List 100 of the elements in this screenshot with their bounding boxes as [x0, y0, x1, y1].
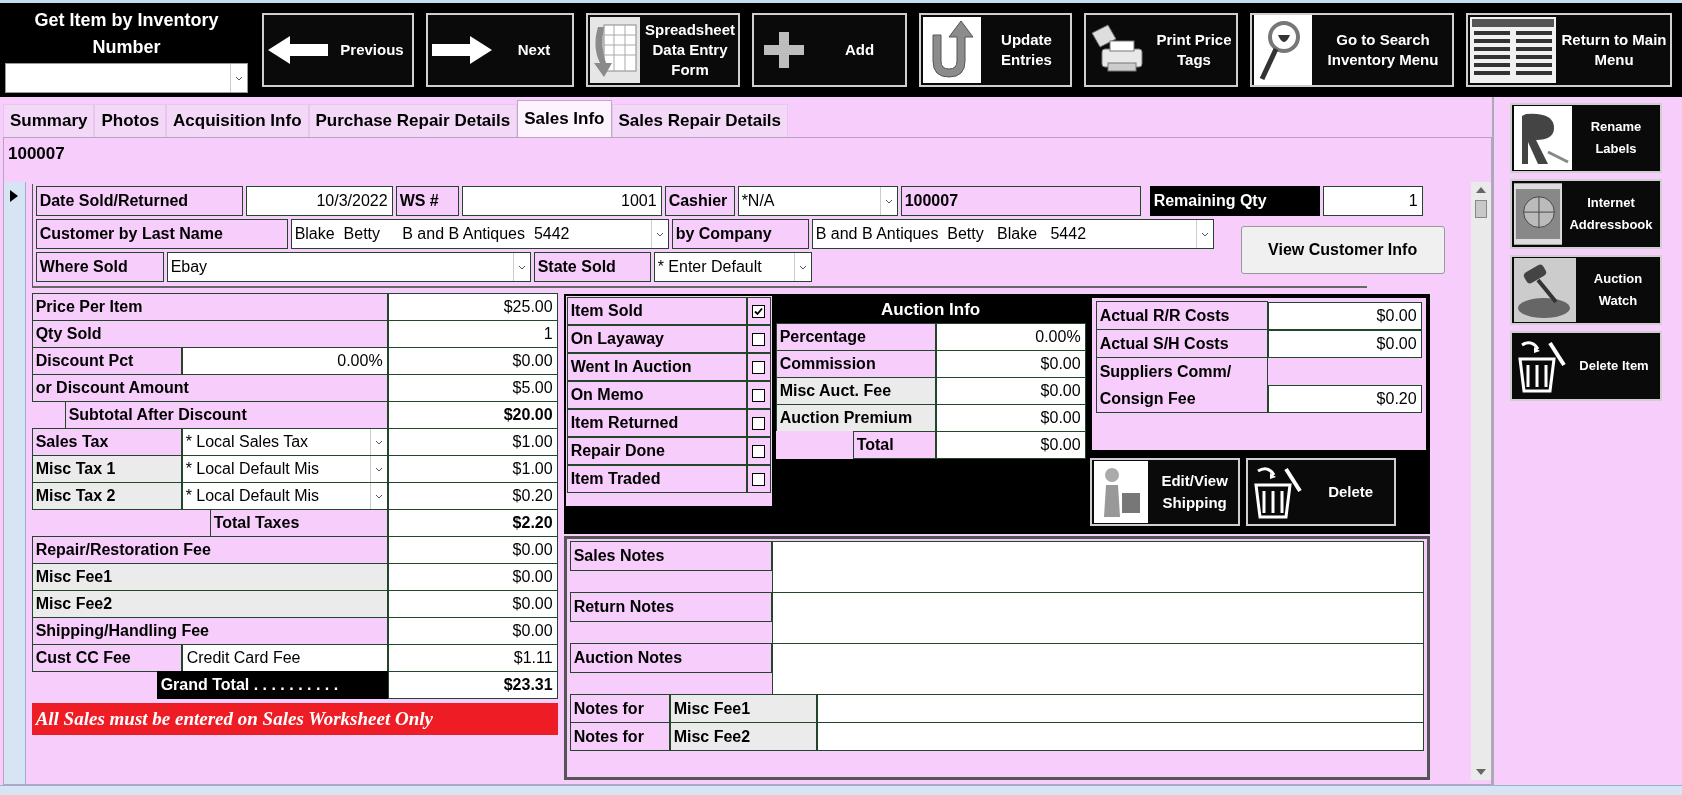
toolbar-button[interactable]: Go to Search Inventory Menu — [1250, 13, 1454, 87]
view-customer-button[interactable]: View Customer Info — [1240, 226, 1445, 274]
value-field[interactable]: $0.20 — [387, 482, 558, 510]
scroll-down-icon[interactable] — [1475, 768, 1488, 776]
scrollbar[interactable] — [1471, 182, 1491, 780]
notes-field[interactable] — [771, 541, 1424, 593]
action-button[interactable]: Delete — [1245, 458, 1396, 526]
value-field[interactable]: $0.00 — [1267, 302, 1422, 330]
dropdown-field[interactable]: B and B Antiques Betty Blake 5442 — [811, 219, 1214, 249]
checkbox-label: Went In Auction — [566, 353, 747, 381]
value-field[interactable]: $0.00 — [935, 404, 1086, 432]
checkbox[interactable] — [752, 332, 766, 346]
checkbox[interactable] — [752, 416, 766, 430]
toolbar-button[interactable]: Return to Main Menu — [1466, 13, 1672, 87]
field-label: Cust CC Fee — [31, 644, 182, 672]
dropdown-field[interactable]: * Local Default Mis — [181, 455, 388, 483]
tab[interactable]: Sales Repair Details — [611, 104, 789, 137]
value-field[interactable]: $1.00 — [387, 455, 558, 483]
value-field[interactable]: $0.00 — [387, 590, 558, 618]
dropdown-field[interactable]: * Local Sales Tax — [181, 428, 388, 456]
side-button[interactable]: Rename Labels — [1510, 103, 1662, 173]
side-button[interactable]: Delete Item — [1510, 331, 1662, 401]
value-field[interactable]: 1 — [387, 320, 558, 348]
field-label: Subtotal After Discount — [64, 401, 388, 429]
record-id-field: 100007 — [900, 186, 1141, 216]
toolbar-button[interactable]: Spreadsheet Data Entry Form — [586, 13, 740, 87]
notes-field[interactable] — [771, 592, 1424, 644]
side-button[interactable]: Internet Addressbook — [1510, 179, 1662, 249]
toolbar-button[interactable]: Add — [752, 13, 907, 87]
value-field[interactable]: 1001 — [461, 186, 662, 216]
notes-field[interactable] — [816, 694, 1424, 723]
tab[interactable]: Purchase Repair Details — [308, 104, 518, 137]
tab[interactable]: Photos — [94, 104, 167, 137]
value-field[interactable]: $0.00 — [935, 377, 1086, 405]
total-field[interactable]: $20.00 — [387, 401, 558, 429]
field-label: Total — [852, 431, 936, 459]
magnifier-icon — [1254, 15, 1312, 85]
value-field[interactable]: $0.00 — [935, 431, 1086, 459]
value-field[interactable]: 0.00% — [935, 323, 1086, 351]
field-label: Remaining Qty — [1149, 186, 1320, 216]
field-label: State Sold — [533, 252, 651, 282]
notes-field[interactable] — [771, 643, 1424, 695]
value-field[interactable]: 1 — [1322, 186, 1423, 216]
value-field[interactable]: 0.00% — [181, 347, 388, 375]
field-label: Percentage — [775, 323, 936, 351]
field-label: Customer by Last Name — [35, 219, 288, 249]
toolbar-button[interactable]: Print Price Tags — [1084, 13, 1238, 87]
dropdown-field[interactable]: * Enter Default — [653, 252, 812, 282]
field-label: Shipping/Handling Fee — [31, 617, 388, 645]
field-label: Cashier — [664, 186, 735, 216]
value-field[interactable]: $0.00 — [1267, 330, 1422, 358]
field-label: Misc Tax 2 — [31, 482, 182, 510]
value-field[interactable]: $0.00 — [387, 347, 558, 375]
checkbox[interactable] — [752, 304, 766, 318]
total-field[interactable]: $2.20 — [387, 509, 558, 537]
scroll-thumb[interactable] — [1475, 200, 1488, 218]
field-label: Total Taxes — [209, 509, 388, 537]
field-label: Misc Auct. Fee — [775, 377, 936, 405]
checkbox[interactable] — [752, 388, 766, 402]
dropdown-field[interactable]: * Local Default Mis — [181, 482, 388, 510]
toolbar-button[interactable]: Update Entries — [919, 13, 1072, 87]
dropdown-field[interactable]: Blake Betty B and B Antiques 5442 — [290, 219, 669, 249]
total-field[interactable]: $23.31 — [387, 671, 558, 699]
checkbox[interactable] — [752, 444, 766, 458]
value-field[interactable]: 10/3/2022 — [245, 186, 393, 216]
checkbox[interactable] — [752, 472, 766, 486]
field-label: Grand Total . . . . . . . . . . — [156, 671, 388, 699]
value-field[interactable]: $25.00 — [387, 293, 558, 321]
inventory-number-dropdown[interactable] — [5, 63, 248, 93]
field-label: WS # — [395, 186, 459, 216]
field-label: Date Sold/Returned — [35, 186, 243, 216]
value-field[interactable]: $1.00 — [387, 428, 558, 456]
tab[interactable]: Summary — [3, 104, 95, 137]
figure-with-cart-icon — [1093, 461, 1148, 523]
scroll-up-icon[interactable] — [1475, 186, 1488, 194]
tab[interactable]: Sales Info — [517, 100, 612, 137]
warning-banner: All Sales must be entered on Sales Worksheet Only — [31, 703, 558, 735]
tab[interactable]: Acquisition Info — [166, 104, 309, 137]
auction-info-title: Auction Info — [880, 299, 982, 321]
value-field[interactable]: $1.11 — [387, 644, 558, 672]
dropdown-field[interactable]: *N/A — [737, 186, 898, 216]
side-button[interactable]: Auction Watch — [1510, 255, 1662, 325]
checkbox-label: On Layaway — [566, 325, 747, 353]
value-field[interactable]: $0.20 — [1267, 385, 1422, 413]
field-label: Price Per Item — [31, 293, 388, 321]
value-field[interactable]: $5.00 — [387, 374, 558, 402]
value-field[interactable]: $0.00 — [387, 536, 558, 564]
notes-field[interactable] — [816, 722, 1424, 751]
value-field[interactable]: $0.00 — [935, 350, 1086, 378]
left-arrow-icon — [266, 33, 330, 67]
text-field[interactable]: Credit Card Fee — [181, 644, 388, 672]
dropdown-field[interactable]: Ebay — [166, 252, 531, 282]
checkbox-label: Repair Done — [566, 437, 747, 465]
toolbar-button[interactable]: Previous — [262, 13, 414, 87]
checkbox[interactable] — [752, 360, 766, 374]
record-id: 100007 — [8, 144, 65, 163]
toolbar-button[interactable]: Next — [426, 13, 574, 87]
action-button[interactable]: Edit/View Shipping — [1089, 458, 1240, 526]
value-field[interactable]: $0.00 — [387, 617, 558, 645]
value-field[interactable]: $0.00 — [387, 563, 558, 591]
